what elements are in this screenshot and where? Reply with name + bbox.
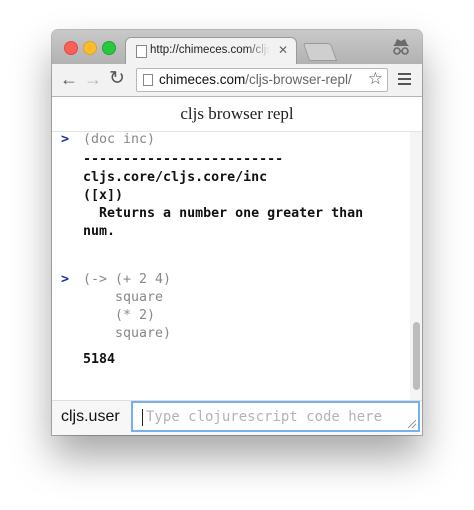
tab-strip: http://chimeces.com/cljs-b ✕: [52, 30, 422, 64]
output-line: cljs.core/cljs.core/inc: [83, 170, 268, 185]
back-arrow-icon[interactable]: ←: [60, 68, 78, 90]
resize-handle-icon[interactable]: [408, 420, 416, 428]
new-tab-button[interactable]: [302, 43, 338, 61]
tab-close-icon[interactable]: ✕: [278, 43, 288, 57]
minimize-window-icon[interactable]: [83, 41, 97, 55]
browser-toolbar: ← → ↻ chimeces.com/cljs-browser-repl/ ☆: [52, 64, 422, 97]
page-icon: [136, 45, 147, 58]
forward-arrow-icon[interactable]: →: [84, 68, 102, 90]
input-line: (doc inc): [83, 132, 156, 147]
output-line: num.: [83, 224, 116, 239]
input-placeholder: Type clojurescript code here: [146, 409, 383, 425]
tab-title: http://chimeces.com/cljs-b: [150, 44, 270, 56]
address-bar[interactable]: chimeces.com/cljs-browser-repl/ ☆: [136, 68, 388, 92]
prompt-symbol: >: [61, 132, 70, 147]
output-line: Returns a number one greater than: [83, 206, 364, 221]
menu-icon[interactable]: [398, 73, 411, 85]
output-line: -------------------------: [83, 152, 284, 167]
prompt-symbol: >: [61, 272, 70, 287]
text-caret: [142, 409, 143, 426]
url-path: /cljs-browser-repl/: [245, 72, 352, 87]
url-text: chimeces.com/cljs-browser-repl/: [159, 72, 352, 87]
incognito-icon: [393, 39, 409, 55]
repl-code-input[interactable]: Type clojurescript code here: [131, 401, 420, 432]
browser-window: http://chimeces.com/cljs-b ✕ ← → ↻ chime…: [52, 30, 422, 435]
input-line: square): [83, 326, 172, 341]
repl-output: > (doc inc) ------------------------- cl…: [52, 132, 410, 400]
close-window-icon[interactable]: [64, 41, 78, 55]
output-line: 5184: [83, 352, 116, 367]
browser-tab[interactable]: http://chimeces.com/cljs-b ✕: [126, 38, 296, 64]
page-icon: [143, 74, 153, 86]
input-line: (* 2): [83, 308, 156, 323]
url-host: chimeces.com: [159, 72, 246, 87]
repl-input-bar: cljs.user Type clojurescript code here: [52, 400, 422, 435]
reload-icon[interactable]: ↻: [109, 68, 125, 90]
scrollbar-thumb[interactable]: [413, 322, 420, 390]
page-title: cljs browser repl: [180, 104, 294, 123]
namespace-label: cljs.user: [61, 408, 120, 425]
bookmark-star-icon[interactable]: ☆: [368, 69, 383, 89]
output-line: ([x]): [83, 188, 124, 203]
maximize-window-icon[interactable]: [102, 41, 116, 55]
input-line: square: [83, 290, 164, 305]
input-line: (-> (+ 2 4): [83, 272, 172, 287]
